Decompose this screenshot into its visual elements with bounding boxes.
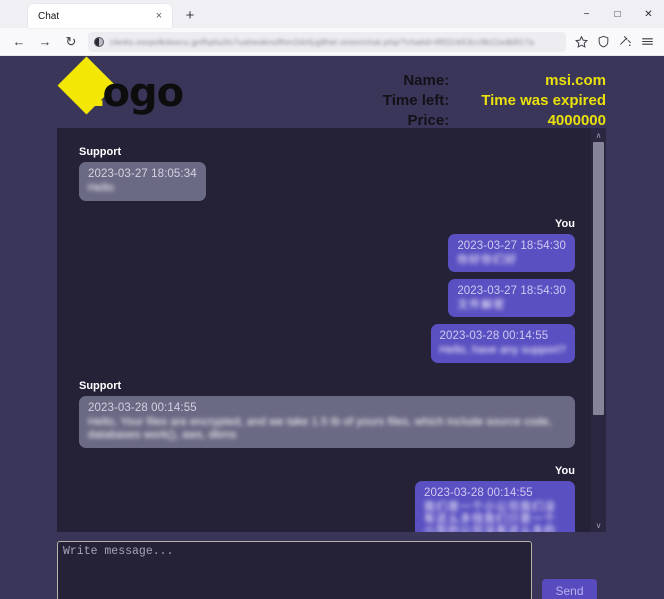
value-name: msi.com xyxy=(545,72,606,89)
message-timestamp: 2023-03-28 00:14:55 xyxy=(439,330,549,342)
minimize-icon[interactable]: − xyxy=(571,0,602,28)
logo-text: Logo xyxy=(78,69,185,117)
message-timestamp: 2023-03-27 18:54:30 xyxy=(457,240,566,252)
send-button[interactable]: Send xyxy=(542,579,597,599)
info-labels: Name: Time left: Price: xyxy=(383,71,449,130)
label-time-left: Time left: xyxy=(382,92,450,109)
navigation-toolbar: ← → ↻ clerks.oorpolkdsecu.gnfhphu0o7uahe… xyxy=(0,28,664,56)
bookmark-star-icon[interactable] xyxy=(570,31,592,53)
message-text: 我们是一个小公司我们没有这么多钱我们只是一个小型的公司没有这么多的资金来支付这笔… xyxy=(424,501,556,532)
message-timestamp: 2023-03-28 00:14:55 xyxy=(424,487,533,499)
sender-label: Support xyxy=(79,380,122,392)
address-bar[interactable]: clerks.oorpolkdsecu.gnfhphu0o7uaheoknslf… xyxy=(88,31,566,52)
maximize-icon[interactable]: □ xyxy=(602,0,633,28)
shield-protection-icon[interactable] xyxy=(592,31,614,53)
window-close-icon[interactable]: ✕ xyxy=(633,0,664,28)
message-group-you: You 2023-03-27 18:54:30 你好你们好 2023-03-27… xyxy=(79,218,575,370)
label-name: Name: xyxy=(403,72,450,89)
url-text: clerks.oorpolkdsecu.gnfhphu0o7uaheoknslf… xyxy=(110,36,535,47)
message-text: Hello, have any support? xyxy=(439,344,566,356)
message-group-support: Support 2023-03-28 00:14:55 Hello, Your … xyxy=(79,380,575,455)
message-timestamp: 2023-03-27 18:05:34 xyxy=(88,168,197,180)
message-timestamp: 2023-03-28 00:14:55 xyxy=(88,402,197,414)
message-timestamp: 2023-03-27 18:54:30 xyxy=(457,285,566,297)
page-content: Logo Name: Time left: Price: msi.com Tim… xyxy=(0,56,664,599)
message-group-you: You 2023-03-28 00:14:55 我们是一个小公司我们没有这么多钱… xyxy=(79,465,575,532)
tab-title: Chat xyxy=(38,10,60,22)
logo: Logo xyxy=(57,56,190,127)
tab-strip: Chat × + − □ ✕ xyxy=(0,0,664,28)
back-icon[interactable]: ← xyxy=(6,31,32,53)
message-group-support: Support 2023-03-27 18:05:34 Hello xyxy=(79,146,575,208)
chat-scrollbar[interactable]: ∧ ∨ xyxy=(591,128,606,532)
sender-label: You xyxy=(555,465,575,477)
scrollbar-thumb[interactable] xyxy=(593,142,604,415)
close-icon[interactable]: × xyxy=(152,9,166,23)
logo-letter-l: L xyxy=(78,70,103,116)
message-text: 文件解密 xyxy=(457,299,506,311)
browser-window: Chat × + − □ ✕ ← → ↻ clerks.oorpolkdsecu… xyxy=(0,0,664,599)
forward-icon[interactable]: → xyxy=(32,31,58,53)
message-text: Hello xyxy=(88,182,115,194)
scroll-down-icon[interactable]: ∨ xyxy=(591,518,606,532)
site-header: Logo Name: Time left: Price: msi.com Tim… xyxy=(0,56,664,130)
reload-icon[interactable]: ↻ xyxy=(58,31,84,53)
message-bubble[interactable]: 2023-03-27 18:05:34 Hello xyxy=(79,162,206,201)
value-time-left: Time was expired xyxy=(481,92,606,109)
logo-letters-rest: ogo xyxy=(102,70,185,116)
message-bubble[interactable]: 2023-03-27 18:54:30 你好你们好 xyxy=(448,234,575,272)
message-text: 你好你们好 xyxy=(457,254,518,266)
message-bubble[interactable]: 2023-03-28 00:14:55 我们是一个小公司我们没有这么多钱我们只是… xyxy=(415,481,575,532)
message-bubble[interactable]: 2023-03-28 00:14:55 Hello, have any supp… xyxy=(430,324,575,363)
tab-chat[interactable]: Chat × xyxy=(28,4,172,28)
chat-panel: Support 2023-03-27 18:05:34 Hello You 20… xyxy=(57,128,606,532)
message-text: Hello, Your files are encrypted, and we … xyxy=(88,416,552,441)
sender-label: Support xyxy=(79,146,122,158)
message-composer: Send xyxy=(57,541,664,599)
scroll-up-icon[interactable]: ∧ xyxy=(591,128,606,142)
message-bubble[interactable]: 2023-03-28 00:14:55 Hello, Your files ar… xyxy=(79,396,575,448)
message-input[interactable] xyxy=(57,541,532,599)
app-menu-icon[interactable] xyxy=(636,31,658,53)
victim-info-panel: Name: Time left: Price: msi.com Time was… xyxy=(190,61,606,130)
window-controls: − □ ✕ xyxy=(571,0,664,28)
new-tab-icon[interactable]: + xyxy=(180,6,200,26)
shield-icon xyxy=(94,36,104,47)
info-values: msi.com Time was expired 4000000 xyxy=(481,71,606,130)
message-bubble[interactable]: 2023-03-27 18:54:30 文件解密 xyxy=(448,279,575,317)
message-list[interactable]: Support 2023-03-27 18:05:34 Hello You 20… xyxy=(57,128,591,532)
extensions-icon[interactable] xyxy=(614,31,636,53)
sender-label: You xyxy=(555,218,575,230)
